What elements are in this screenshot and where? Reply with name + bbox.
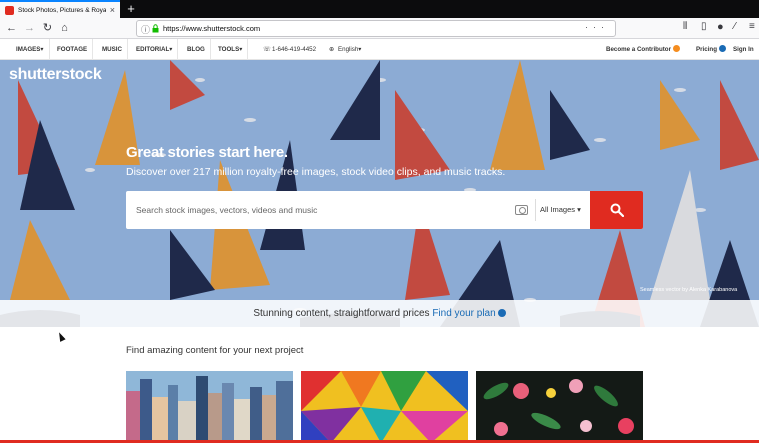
image-type-filter[interactable]: All Images ▾	[540, 191, 581, 229]
home-icon[interactable]: ⌂	[57, 21, 72, 36]
thumbnail-city[interactable]	[126, 371, 293, 443]
mouse-cursor-icon	[56, 331, 66, 342]
page-actions-icon[interactable]: ···	[585, 22, 609, 32]
site-info-icon[interactable]: ⓘ	[141, 23, 150, 36]
nav-images[interactable]: IMAGES▾	[11, 39, 50, 60]
search-input[interactable]	[126, 191, 533, 229]
profile-icon[interactable]: ●	[717, 21, 724, 33]
sidebar-icon[interactable]: ▯	[701, 21, 707, 32]
hero-headline: Great stories start here.	[126, 144, 288, 161]
thumbnail-floral[interactable]	[476, 371, 643, 443]
url-text: https://www.shutterstock.com	[163, 24, 261, 33]
rainbow-geometric-image	[301, 371, 468, 443]
new-tab-button[interactable]: +	[124, 0, 138, 18]
hero-subhead: Discover over 217 million royalty-free i…	[126, 166, 506, 178]
search-divider	[535, 199, 536, 221]
pricing-arrow-icon	[718, 45, 726, 52]
browser-toolbar: ← → ↻ ⌂ ⓘ https://www.shutterstock.com ·…	[0, 18, 759, 51]
language-selector[interactable]: English▾	[338, 39, 361, 60]
contributor-link[interactable]: Become a Contributor	[606, 39, 680, 60]
tropical-floral-image	[476, 371, 643, 443]
site-navigation: IMAGES▾ FOOTAGE MUSIC EDITORIAL▾ BLOG TO…	[0, 39, 759, 60]
find-plan-link[interactable]: Find your plan	[432, 308, 506, 319]
nav-footage[interactable]: FOOTAGE	[52, 39, 94, 60]
tab-title: Stock Photos, Pictures & Royalty	[18, 6, 106, 14]
globe-icon: ⊕	[329, 46, 335, 53]
phone-number[interactable]: 1-646-419-4452	[272, 39, 316, 60]
nav-editorial[interactable]: EDITORIAL▾	[131, 39, 179, 60]
forward-icon[interactable]: →	[22, 21, 37, 36]
pricing-promo-strip: Stunning content, straightforward prices…	[0, 300, 759, 327]
browser-tab[interactable]: Stock Photos, Pictures & Royalty ×	[0, 0, 120, 18]
nav-blog[interactable]: BLOG	[182, 39, 211, 60]
contributor-arrow-icon	[672, 45, 680, 52]
promo-text: Stunning content, straightforward prices	[253, 308, 430, 319]
camera-icon[interactable]	[515, 205, 528, 215]
back-icon[interactable]: ←	[4, 21, 19, 36]
image-credit[interactable]: Seamless vector by Alenka Karabanova	[640, 287, 737, 293]
close-tab-icon[interactable]: ×	[110, 5, 115, 15]
pipette-icon[interactable]: ⁄	[734, 21, 736, 32]
arrow-circle-icon	[497, 309, 506, 317]
shutterstock-logo[interactable]: shutterstock	[9, 66, 102, 84]
phone-icon: ☏	[263, 46, 271, 53]
lock-icon	[152, 24, 159, 33]
library-icon[interactable]: ⫴	[683, 21, 687, 32]
reload-icon[interactable]: ↻	[40, 21, 55, 36]
pricing-link[interactable]: Pricing	[696, 39, 726, 60]
city-skyline-image	[126, 371, 293, 443]
menu-icon[interactable]: ≡	[749, 21, 755, 32]
thumbnail-geometric[interactable]	[301, 371, 468, 443]
address-bar[interactable]: ⓘ https://www.shutterstock.com ···	[136, 20, 616, 37]
section-title: Find amazing content for your next proje…	[126, 345, 304, 356]
nav-music[interactable]: MUSIC	[97, 39, 128, 60]
browser-tab-strip: Stock Photos, Pictures & Royalty × +	[0, 0, 759, 18]
search-bar: All Images ▾	[126, 191, 643, 229]
search-button[interactable]	[590, 191, 643, 229]
signin-link[interactable]: Sign In	[733, 39, 754, 60]
nav-tools[interactable]: TOOLS▾	[213, 39, 249, 60]
shutterstock-favicon-icon	[5, 5, 14, 15]
search-icon	[610, 203, 624, 217]
